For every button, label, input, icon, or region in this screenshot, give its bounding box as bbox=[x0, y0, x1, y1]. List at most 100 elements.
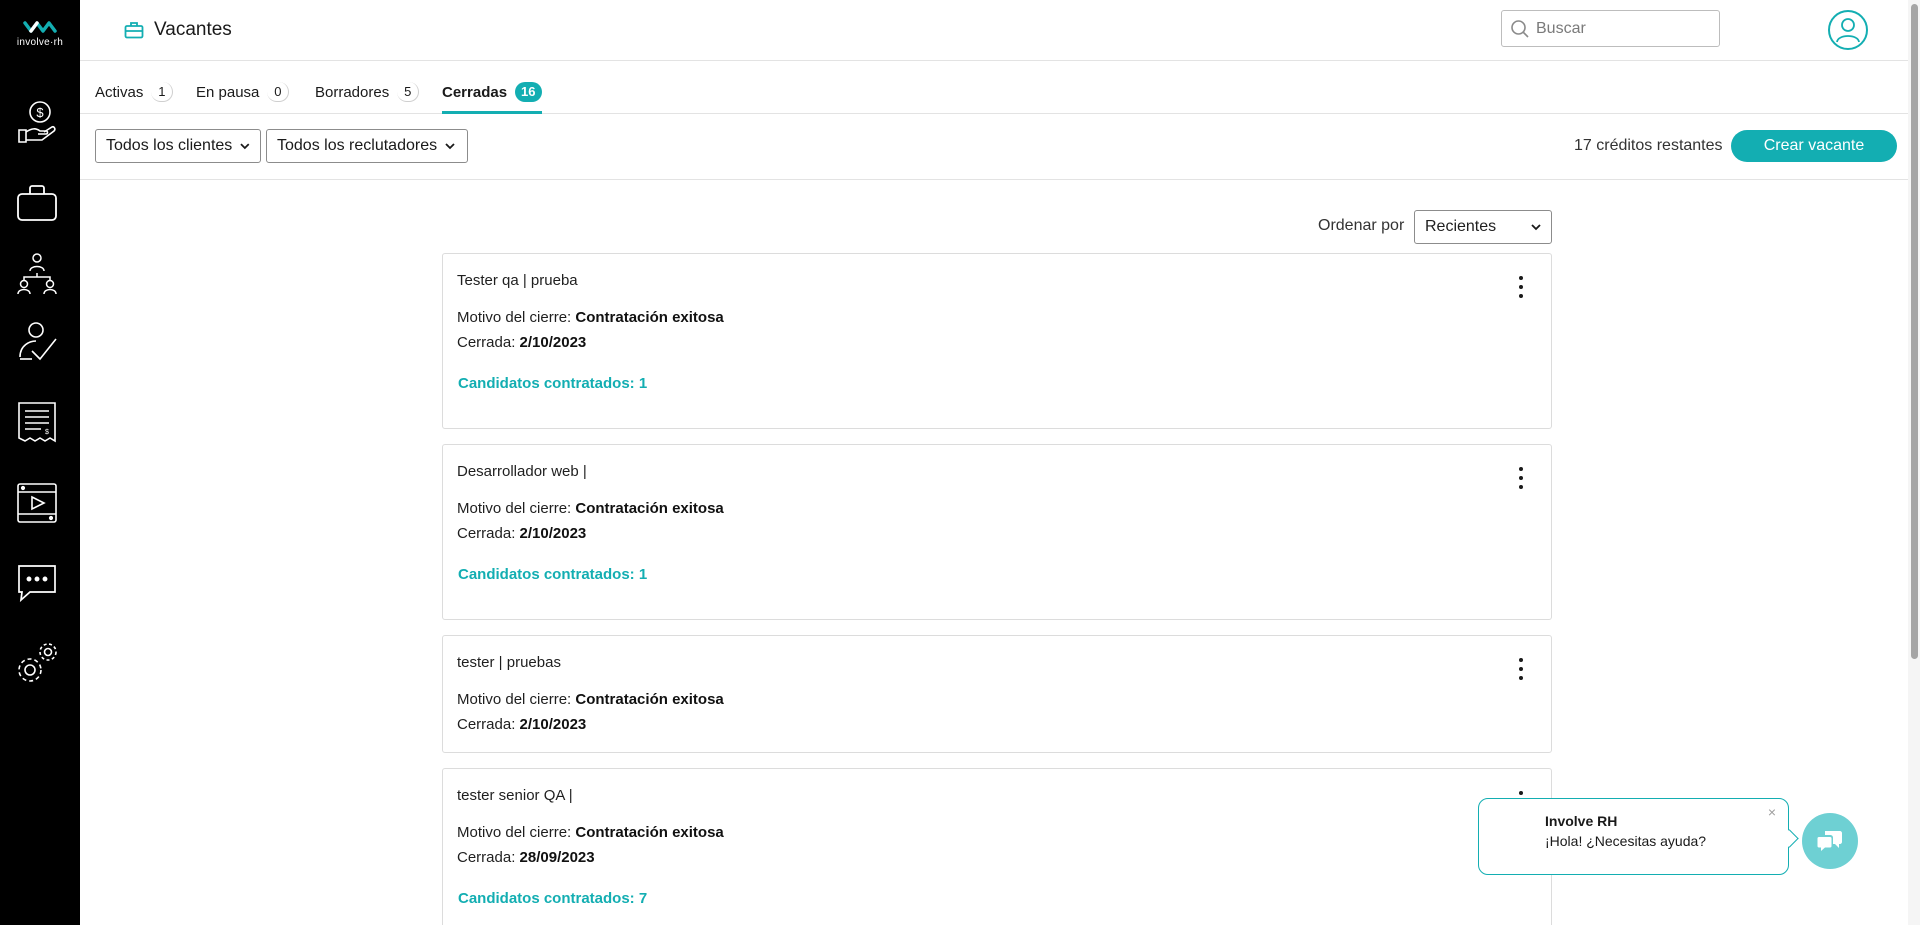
tab-en-pausa[interactable]: En pausa 0 bbox=[196, 82, 290, 114]
close-reason-label: Motivo del cierre: bbox=[457, 500, 572, 517]
sidebar-item-vacancies[interactable] bbox=[12, 178, 62, 228]
sort-value: Recientes bbox=[1425, 218, 1497, 235]
sidebar-item-invoices[interactable]: $ bbox=[12, 398, 62, 448]
tab-activas[interactable]: Activas 1 bbox=[95, 82, 174, 114]
candidates-org-icon bbox=[17, 253, 57, 295]
create-vacancy-button[interactable]: Crear vacante bbox=[1731, 130, 1897, 162]
closed-date-value: 28/09/2023 bbox=[519, 849, 595, 866]
tab-label: Cerradas bbox=[442, 84, 508, 101]
page-title: Vacantes bbox=[154, 19, 232, 40]
recruiters-filter-value: Todos los reclutadores bbox=[277, 137, 438, 154]
tab-label: Borradores bbox=[315, 84, 390, 101]
status-tabs: Activas 1 En pausa 0 Borradores 5 Cerrad… bbox=[80, 61, 1920, 114]
sort-select[interactable]: Recientes bbox=[1414, 210, 1552, 244]
close-reason-label: Motivo del cierre: bbox=[457, 691, 572, 708]
closed-date-label: Cerrada: bbox=[457, 334, 516, 351]
svg-text:$: $ bbox=[45, 429, 49, 436]
closed-date-label: Cerrada: bbox=[457, 716, 516, 733]
chat-icon bbox=[18, 565, 56, 603]
closed-date: Cerrada: 2/10/2023 bbox=[457, 716, 586, 733]
close-reason: Motivo del cierre: Contratación exitosa bbox=[457, 500, 724, 517]
sidebar-item-candidates[interactable] bbox=[12, 248, 62, 298]
vacancy-card[interactable]: tester senior QA | Motivo del cierre: Co… bbox=[442, 768, 1552, 925]
more-options-icon[interactable] bbox=[1517, 658, 1525, 680]
hired-candidates-link[interactable]: Candidatos contratados: 1 bbox=[458, 566, 647, 583]
sidebar-item-messages[interactable] bbox=[12, 558, 62, 608]
hired-candidates-link[interactable]: Candidatos contratados: 7 bbox=[458, 890, 647, 907]
closed-date: Cerrada: 2/10/2023 bbox=[457, 334, 586, 351]
vacancy-card[interactable]: Tester qa | prueba Motivo del cierre: Co… bbox=[442, 253, 1552, 429]
chat-agent-name: Involve RH bbox=[1545, 813, 1618, 829]
closed-date: Cerrada: 2/10/2023 bbox=[457, 525, 586, 542]
tab-count-badge: 1 bbox=[151, 82, 174, 102]
more-options-icon[interactable] bbox=[1517, 467, 1525, 489]
closed-date-label: Cerrada: bbox=[457, 525, 516, 542]
top-header: Vacantes bbox=[80, 0, 1920, 61]
close-reason-value: Contratación exitosa bbox=[575, 691, 724, 708]
chevron-down-icon bbox=[445, 142, 455, 149]
chat-greeting-popup[interactable]: Involve RH ¡Hola! ¿Necesitas ayuda? × bbox=[1478, 798, 1789, 875]
brand-name: involve·rh bbox=[16, 37, 64, 48]
search-icon bbox=[1511, 19, 1529, 38]
tab-count-badge: 0 bbox=[267, 82, 290, 102]
close-reason-label: Motivo del cierre: bbox=[457, 824, 572, 841]
tab-cerradas[interactable]: Cerradas 16 bbox=[442, 82, 542, 114]
close-reason: Motivo del cierre: Contratación exitosa bbox=[457, 824, 724, 841]
tab-count-badge: 5 bbox=[397, 82, 420, 102]
tab-count-badge: 16 bbox=[515, 82, 542, 102]
sidebar: involve·rh $ $ bbox=[0, 0, 80, 925]
svg-text:$: $ bbox=[36, 105, 44, 120]
search-box[interactable] bbox=[1501, 10, 1720, 47]
vacancy-title: Desarrollador web | bbox=[457, 463, 587, 480]
payments-hand-icon: $ bbox=[18, 101, 56, 143]
tab-label: Activas bbox=[95, 84, 144, 101]
filters-toolbar: Todos los clientes Todos los reclutadore… bbox=[80, 114, 1920, 180]
vacancy-title: tester | pruebas bbox=[457, 654, 561, 671]
user-avatar[interactable] bbox=[1828, 10, 1868, 50]
vacancy-title: tester senior QA | bbox=[457, 787, 573, 804]
recruiters-filter-select[interactable]: Todos los reclutadores bbox=[266, 129, 468, 163]
briefcase-small-icon bbox=[124, 22, 144, 39]
close-reason-value: Contratación exitosa bbox=[575, 309, 724, 326]
sidebar-item-payments[interactable]: $ bbox=[12, 97, 62, 147]
tab-borradores[interactable]: Borradores 5 bbox=[315, 82, 420, 114]
invoice-icon: $ bbox=[18, 402, 56, 443]
hired-candidates-link[interactable]: Candidatos contratados: 1 bbox=[458, 375, 647, 392]
sidebar-item-settings[interactable] bbox=[12, 638, 62, 688]
close-reason-value: Contratación exitosa bbox=[575, 824, 724, 841]
video-tutorial-icon bbox=[17, 483, 57, 523]
closed-date-value: 2/10/2023 bbox=[519, 716, 587, 733]
settings-gears-icon bbox=[18, 643, 57, 682]
close-reason-label: Motivo del cierre: bbox=[457, 309, 572, 326]
page-scrollbar-thumb[interactable] bbox=[1911, 4, 1918, 659]
sidebar-item-tutorials[interactable] bbox=[12, 478, 62, 528]
clients-filter-select[interactable]: Todos los clientes bbox=[95, 129, 261, 163]
chat-bubbles-icon bbox=[1817, 831, 1842, 851]
closed-date-value: 2/10/2023 bbox=[519, 525, 587, 542]
evaluation-check-icon bbox=[19, 322, 57, 361]
chevron-down-icon bbox=[1531, 223, 1541, 230]
sidebar-item-evaluations[interactable] bbox=[12, 318, 62, 368]
clients-filter-value: Todos los clientes bbox=[106, 137, 233, 154]
sort-label: Ordenar por bbox=[1318, 217, 1405, 234]
closed-date-value: 2/10/2023 bbox=[519, 334, 587, 351]
brand-logo-icon bbox=[23, 21, 57, 33]
closed-date-label: Cerrada: bbox=[457, 849, 516, 866]
brand-logo[interactable]: involve·rh bbox=[10, 18, 70, 58]
close-reason: Motivo del cierre: Contratación exitosa bbox=[457, 691, 724, 708]
chat-greeting-message: ¡Hola! ¿Necesitas ayuda? bbox=[1545, 833, 1707, 849]
chevron-down-icon bbox=[240, 142, 250, 149]
close-reason: Motivo del cierre: Contratación exitosa bbox=[457, 309, 724, 326]
more-options-icon[interactable] bbox=[1517, 276, 1525, 298]
vacancy-card[interactable]: tester | pruebas Motivo del cierre: Cont… bbox=[442, 635, 1552, 753]
briefcase-icon bbox=[17, 185, 57, 221]
credits-remaining: 17 créditos restantes bbox=[1574, 137, 1723, 154]
tab-label: En pausa bbox=[196, 84, 260, 101]
closed-date: Cerrada: 28/09/2023 bbox=[457, 849, 595, 866]
vacancy-title: Tester qa | prueba bbox=[457, 272, 578, 289]
chat-launcher-button[interactable] bbox=[1802, 813, 1858, 869]
vacancy-card[interactable]: Desarrollador web | Motivo del cierre: C… bbox=[442, 444, 1552, 620]
search-input[interactable] bbox=[1536, 19, 1706, 38]
close-icon[interactable]: × bbox=[1768, 804, 1776, 820]
close-reason-value: Contratación exitosa bbox=[575, 500, 724, 517]
